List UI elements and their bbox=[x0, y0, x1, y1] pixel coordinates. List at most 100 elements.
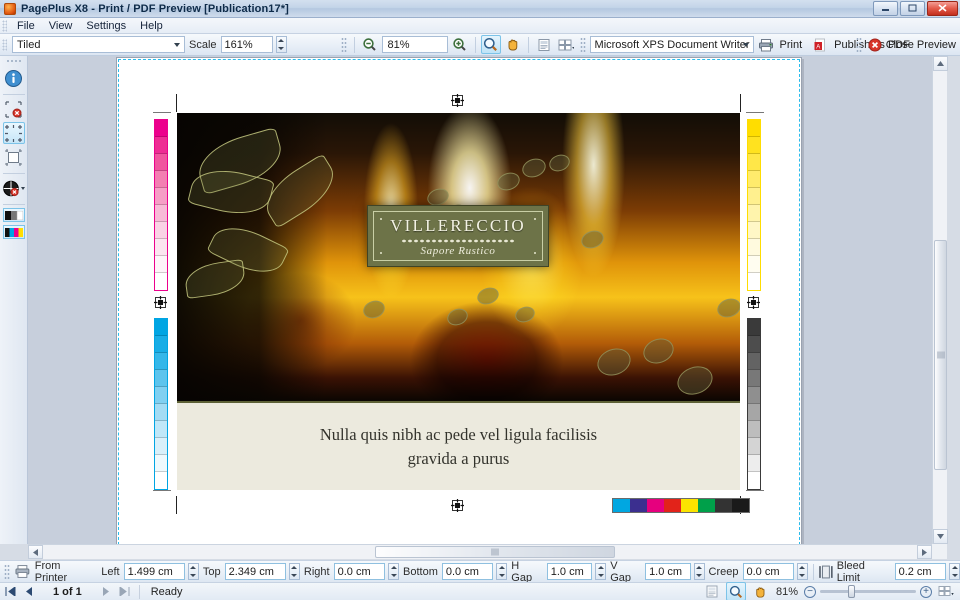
registration-mark-right bbox=[747, 296, 760, 309]
minus-circle-icon[interactable]: − bbox=[804, 586, 816, 598]
cyan-tint-step-10 bbox=[155, 472, 167, 489]
scroll-left-button[interactable] bbox=[28, 545, 43, 559]
magenta-tint-step-1 bbox=[155, 120, 167, 137]
top-margin-input[interactable]: 2.349 cm bbox=[225, 563, 286, 580]
v-gap-input[interactable]: 1.0 cm bbox=[645, 563, 691, 580]
horizontal-scrollbar[interactable] bbox=[28, 544, 932, 559]
margins-grip[interactable] bbox=[4, 564, 10, 580]
zoom-tool-button-status[interactable] bbox=[726, 582, 746, 600]
close-preview-button[interactable]: Close Preview bbox=[854, 37, 956, 53]
zoom-level-select[interactable]: 81% bbox=[382, 36, 448, 53]
toolbar-grip-3[interactable] bbox=[580, 37, 586, 53]
menu-item-view[interactable]: View bbox=[42, 19, 80, 33]
zoom-slider-thumb[interactable] bbox=[848, 585, 855, 598]
first-page-icon[interactable] bbox=[3, 585, 18, 599]
single-page-view-button-status[interactable] bbox=[702, 582, 722, 600]
zoom-in-button[interactable] bbox=[450, 35, 470, 54]
page-layout-icon[interactable] bbox=[936, 582, 956, 600]
maximize-button[interactable] bbox=[900, 1, 925, 16]
zoom-tool-button[interactable] bbox=[481, 35, 501, 54]
chevron-down-icon bbox=[743, 43, 749, 47]
scroll-right-button[interactable] bbox=[917, 545, 932, 559]
horizontal-scroll-thumb[interactable] bbox=[375, 546, 615, 558]
zoom-out-button[interactable] bbox=[360, 35, 380, 54]
next-page-icon[interactable] bbox=[99, 585, 114, 599]
bleed-limit-input[interactable]: 0.2 cm bbox=[895, 563, 947, 580]
toolbar-grip[interactable] bbox=[2, 39, 7, 51]
toolbar-grip-4[interactable] bbox=[856, 37, 862, 53]
print-button-label[interactable]: Print bbox=[780, 39, 803, 51]
creep-stepper[interactable] bbox=[797, 563, 808, 580]
vertical-scrollbar[interactable] bbox=[932, 56, 947, 544]
v-gap-stepper[interactable] bbox=[694, 563, 705, 580]
plus-circle-icon[interactable]: + bbox=[920, 586, 932, 598]
toolbar-grip-2[interactable] bbox=[341, 37, 347, 53]
scale-stepper[interactable] bbox=[276, 36, 287, 53]
toolbar-divider-1 bbox=[354, 37, 355, 53]
cyan-tint-step-4 bbox=[155, 370, 167, 387]
crop-marks-icon[interactable] bbox=[3, 122, 25, 144]
printer-icon[interactable] bbox=[756, 35, 776, 54]
creep-input[interactable]: 0.0 cm bbox=[743, 563, 795, 580]
scroll-up-button[interactable] bbox=[933, 56, 948, 71]
magenta-tint-step-7 bbox=[155, 222, 167, 239]
info-icon[interactable] bbox=[3, 67, 25, 89]
menu-grip[interactable] bbox=[2, 20, 7, 32]
color-target-icon[interactable] bbox=[1, 177, 27, 199]
label-corner-dot-2 bbox=[534, 218, 536, 220]
bottom-margin-input[interactable]: 0.0 cm bbox=[442, 563, 494, 580]
cyan-tint-step-5 bbox=[155, 387, 167, 404]
fire-photo: VILLERECCIO Sapore Rustico bbox=[177, 113, 740, 401]
prev-page-icon[interactable] bbox=[21, 585, 36, 599]
status-divider-1 bbox=[139, 585, 140, 599]
right-margin-input[interactable]: 0.0 cm bbox=[334, 563, 386, 580]
left-margin-stepper[interactable] bbox=[188, 563, 199, 580]
vertical-scroll-thumb[interactable] bbox=[934, 240, 947, 470]
h-gap-input[interactable]: 1.0 cm bbox=[547, 563, 593, 580]
scale-input[interactable]: 161% bbox=[221, 36, 273, 53]
yellow-tint-step-3 bbox=[748, 154, 760, 171]
menu-item-file[interactable]: File bbox=[10, 19, 42, 33]
black-tint-ladder bbox=[747, 318, 761, 490]
bleed-icon bbox=[819, 565, 833, 579]
pdf-icon[interactable]: A bbox=[810, 35, 830, 54]
pan-tool-button[interactable] bbox=[503, 35, 523, 54]
cyan-tint-step-2 bbox=[155, 336, 167, 353]
minimize-button[interactable] bbox=[873, 1, 898, 16]
scroll-down-button[interactable] bbox=[933, 529, 948, 544]
black-tint-step-1 bbox=[748, 319, 760, 336]
brand-tagline: Sapore Rustico bbox=[421, 245, 496, 257]
v-gap-value: 1.0 cm bbox=[649, 566, 682, 578]
bottom-margin-label: Bottom bbox=[401, 566, 440, 578]
brand-name: VILLERECCIO bbox=[390, 216, 526, 236]
yellow-tint-step-1 bbox=[748, 120, 760, 137]
bleed-marks-icon[interactable] bbox=[3, 146, 25, 168]
pan-tool-button-status[interactable] bbox=[750, 582, 770, 600]
h-gap-stepper[interactable] bbox=[595, 563, 606, 580]
bleed-limit-stepper[interactable] bbox=[949, 563, 960, 580]
top-margin-stepper[interactable] bbox=[289, 563, 300, 580]
color-bar-icon[interactable] bbox=[3, 225, 25, 239]
marks-divider-2 bbox=[3, 173, 25, 174]
layout-mode-select[interactable]: Tiled bbox=[12, 36, 185, 53]
printer-select[interactable]: Microsoft XPS Document Writer bbox=[590, 36, 754, 53]
last-page-icon[interactable] bbox=[117, 585, 132, 599]
zoom-slider[interactable] bbox=[820, 590, 916, 593]
scale-value: 161% bbox=[225, 39, 253, 51]
menu-item-help[interactable]: Help bbox=[133, 19, 170, 33]
left-margin-input[interactable]: 1.499 cm bbox=[124, 563, 185, 580]
preview-canvas[interactable]: VILLERECCIO Sapore Rustico Nulla quis ni… bbox=[28, 56, 932, 544]
toolbar-divider-2 bbox=[475, 37, 476, 53]
close-preview-label: Close Preview bbox=[886, 39, 956, 51]
bottom-margin-stepper[interactable] bbox=[496, 563, 507, 580]
marks-toolbar-grip[interactable] bbox=[6, 59, 22, 64]
black-tint-step-4 bbox=[748, 370, 760, 387]
grayscale-bar-icon[interactable] bbox=[3, 208, 25, 222]
cyan-tint-step-6 bbox=[155, 404, 167, 421]
close-button[interactable] bbox=[927, 1, 958, 16]
registration-marks-icon[interactable] bbox=[3, 98, 25, 120]
single-page-view-button[interactable] bbox=[534, 35, 554, 54]
menu-item-settings[interactable]: Settings bbox=[79, 19, 133, 33]
right-margin-stepper[interactable] bbox=[388, 563, 399, 580]
multi-page-view-button[interactable] bbox=[556, 35, 576, 54]
